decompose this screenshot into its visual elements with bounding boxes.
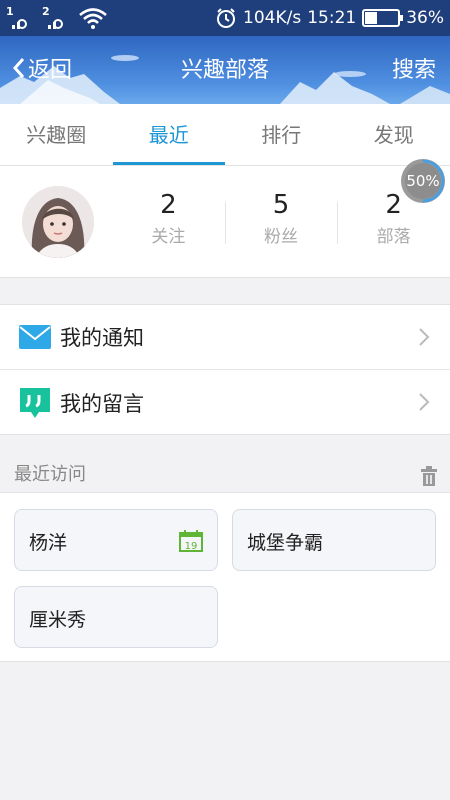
sim1-signal-icon: 1 [6,5,36,31]
stat-value: 2 [160,190,177,220]
recent-item-label: 厘米秀 [29,609,87,631]
svg-text:19: 19 [185,541,198,552]
battery-icon: ⚡ [362,9,404,27]
calendar-icon: 19 [179,530,203,552]
battery-percent: 36% [406,8,444,28]
recent-item-castle-war[interactable]: 城堡争霸 [232,509,436,571]
wifi-icon [79,8,107,29]
progress-badge[interactable]: 50% [400,158,446,204]
nav-bar: 返回 兴趣部落 搜索 [0,36,450,104]
avatar[interactable] [22,186,94,258]
mail-icon [19,325,51,349]
status-bar: 1 2 104K/s 15:21 ⚡ 36% [0,0,450,36]
clock: 15:21 [307,8,357,28]
quote-icon [20,387,50,418]
stat-label: 粉丝 [264,227,298,247]
recent-item-yangyang[interactable]: 杨洋 19 [14,509,218,571]
menu-label: 我的通知 [60,326,144,350]
search-button[interactable]: 搜索 [392,52,436,84]
progress-text: 50% [406,172,440,190]
recent-visits: 最近访问 杨洋 19 城堡争霸 厘米秀 [0,434,450,662]
menu-item-messages[interactable]: 我的留言 [0,370,450,435]
sim2-signal-icon: 2 [42,5,72,31]
stat-following[interactable]: 2 关注 [112,186,225,256]
avatar-image [22,186,94,258]
trash-icon[interactable] [420,465,438,487]
profile-card: 2 关注 5 粉丝 2 部落 50% [0,159,450,278]
page-title: 兴趣部落 [180,58,269,83]
recent-header: 最近访问 [0,435,450,493]
recent-title: 最近访问 [14,464,86,485]
tab-interest-circle[interactable]: 兴趣圈 [0,104,113,165]
stat-label: 部落 [376,227,411,247]
stat-value: 5 [272,190,290,220]
tab-bar: 兴趣圈 最近 排行 发现 [0,104,450,166]
recent-item-label: 杨洋 [29,532,68,554]
recent-item-cmshow[interactable]: 厘米秀 [14,586,218,648]
menu-list: 我的通知 我的留言 [0,304,450,435]
stat-label: 关注 [151,227,186,247]
alarm-clock-icon [217,8,236,28]
network-speed: 104K/s [243,8,302,28]
chevron-right-icon [419,393,430,411]
menu-item-notifications[interactable]: 我的通知 [0,305,450,370]
tab-discover[interactable]: 发现 [338,104,450,165]
menu-label: 我的留言 [60,391,144,416]
tab-recent[interactable]: 最近 [112,104,226,165]
chevron-right-icon [419,328,430,346]
recent-item-label: 城堡争霸 [247,532,324,554]
stat-fans[interactable]: 5 粉丝 [224,186,338,256]
tab-ranking[interactable]: 排行 [225,104,338,165]
